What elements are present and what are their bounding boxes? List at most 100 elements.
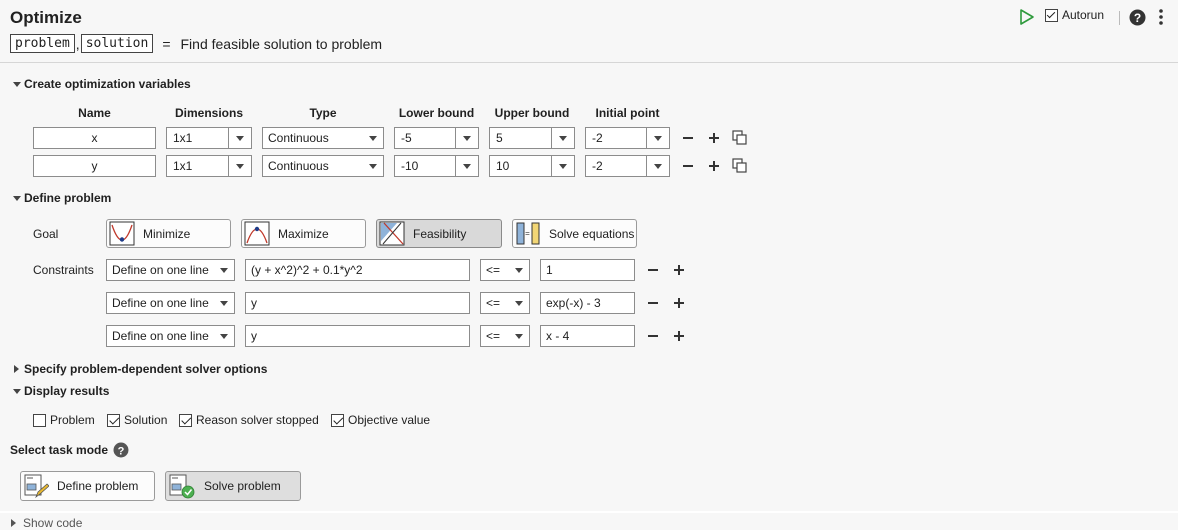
display-problem-option[interactable]: Problem: [33, 413, 95, 427]
feasibility-icon: [379, 221, 405, 246]
remove-icon[interactable]: [646, 263, 660, 277]
autorun-toggle[interactable]: Autorun: [1045, 8, 1104, 22]
chevron-down-icon: [515, 334, 523, 339]
var-lower-bound-dropdown[interactable]: -10: [394, 155, 479, 177]
constraint-lhs-input[interactable]: y: [245, 325, 470, 347]
task-define-problem-button[interactable]: Define problem: [20, 471, 155, 501]
remove-icon[interactable]: [681, 131, 695, 145]
duplicate-icon[interactable]: [732, 158, 748, 174]
collapse-icon: [13, 388, 21, 394]
display-solution-option[interactable]: Solution: [107, 413, 167, 427]
var-name-input[interactable]: x: [33, 127, 156, 149]
chevron-down-icon: [646, 128, 669, 148]
svg-text:=: =: [525, 229, 530, 238]
chevron-down-icon: [228, 128, 251, 148]
autorun-label: Autorun: [1062, 8, 1105, 22]
var-name-input[interactable]: y: [33, 155, 156, 177]
chevron-down-icon: [455, 128, 478, 148]
chevron-down-icon: [220, 334, 228, 339]
goal-label: Goal: [33, 227, 59, 241]
header-divider: [0, 62, 1178, 63]
minimize-icon: [109, 221, 135, 246]
reason-checkbox[interactable]: [179, 413, 192, 427]
display-reason-label: Reason solver stopped: [196, 413, 319, 427]
duplicate-icon[interactable]: [732, 130, 748, 146]
toolbar-divider: [1119, 11, 1120, 25]
section-solver-options-label: Specify problem-dependent solver options: [24, 362, 268, 376]
constraint-mode-dropdown[interactable]: Define on one line: [106, 325, 235, 347]
section-define-problem[interactable]: Define problem: [13, 191, 111, 205]
constraint-lhs-input[interactable]: y: [245, 292, 470, 314]
chevron-down-icon: [220, 268, 228, 273]
var-dimensions-dropdown[interactable]: 1x1: [166, 127, 252, 149]
help-icon[interactable]: ?: [1129, 9, 1146, 26]
constraint-rhs-input[interactable]: exp(-x) - 3: [540, 292, 635, 314]
col-header-lower-bound: Lower bound: [398, 106, 475, 120]
add-icon[interactable]: [672, 329, 686, 343]
col-header-name: Name: [78, 106, 111, 120]
task-solve-problem-button[interactable]: Solve problem: [165, 471, 301, 501]
constraint-operator-dropdown[interactable]: <=: [480, 259, 530, 281]
var-upper-bound-dropdown[interactable]: 5: [489, 127, 575, 149]
remove-icon[interactable]: [646, 329, 660, 343]
svg-text:?: ?: [118, 446, 125, 458]
goal-maximize-button[interactable]: Maximize: [241, 219, 366, 248]
add-icon[interactable]: [672, 296, 686, 310]
maximize-icon: [244, 221, 270, 246]
add-icon[interactable]: [672, 263, 686, 277]
var-upper-bound-dropdown[interactable]: 10: [489, 155, 575, 177]
display-objective-option[interactable]: Objective value: [331, 413, 430, 427]
col-header-dimensions: Dimensions: [174, 106, 243, 120]
var-type-dropdown[interactable]: Continuous: [262, 155, 384, 177]
problem-checkbox[interactable]: [33, 413, 46, 427]
display-solution-label: Solution: [124, 413, 168, 427]
constraint-mode-dropdown[interactable]: Define on one line: [106, 292, 235, 314]
run-icon[interactable]: [1019, 8, 1035, 26]
solution-checkbox[interactable]: [107, 413, 120, 427]
constraint-rhs-input[interactable]: 1: [540, 259, 635, 281]
section-create-variables-label: Create optimization variables: [24, 77, 191, 91]
task-mode-heading: Select task mode: [10, 443, 108, 457]
col-header-type: Type: [309, 106, 337, 120]
show-code-label: Show code: [23, 516, 83, 530]
remove-icon[interactable]: [681, 159, 695, 173]
solve-problem-icon: [169, 474, 195, 499]
section-solver-options[interactable]: Specify problem-dependent solver options: [14, 362, 267, 376]
svg-text:?: ?: [1134, 11, 1141, 25]
col-header-initial-point: Initial point: [595, 106, 660, 120]
chevron-down-icon: [515, 268, 523, 273]
goal-solve-equations-button[interactable]: = Solve equations: [512, 219, 637, 248]
chevron-down-icon: [515, 301, 523, 306]
var-type-dropdown[interactable]: Continuous: [262, 127, 384, 149]
output-problem[interactable]: problem: [10, 34, 75, 53]
section-display-results[interactable]: Display results: [13, 384, 109, 398]
chevron-down-icon: [369, 136, 377, 141]
objective-checkbox[interactable]: [331, 413, 344, 427]
help-icon[interactable]: ?: [113, 442, 129, 458]
add-icon[interactable]: [707, 131, 721, 145]
constraints-label: Constraints: [33, 263, 94, 277]
autorun-checkbox[interactable]: [1045, 8, 1058, 22]
define-problem-icon: [24, 474, 49, 499]
section-create-variables[interactable]: Create optimization variables: [13, 77, 191, 91]
output-solution[interactable]: solution: [80, 34, 154, 53]
expand-icon: [14, 365, 19, 373]
goal-minimize-button[interactable]: Minimize: [106, 219, 231, 248]
show-code-toggle[interactable]: Show code: [11, 516, 82, 530]
var-dimensions-dropdown[interactable]: 1x1: [166, 155, 252, 177]
constraint-lhs-input[interactable]: (y + x^2)^2 + 0.1*y^2: [245, 259, 470, 281]
more-options-icon[interactable]: [1158, 8, 1164, 26]
var-initial-point-dropdown[interactable]: -2: [585, 127, 670, 149]
remove-icon[interactable]: [646, 296, 660, 310]
display-objective-label: Objective value: [348, 413, 431, 427]
add-icon[interactable]: [707, 159, 721, 173]
var-initial-point-dropdown[interactable]: -2: [585, 155, 670, 177]
constraint-mode-dropdown[interactable]: Define on one line: [106, 259, 235, 281]
var-lower-bound-dropdown[interactable]: -5: [394, 127, 479, 149]
chevron-down-icon: [455, 156, 478, 176]
constraint-rhs-input[interactable]: x - 4: [540, 325, 635, 347]
constraint-operator-dropdown[interactable]: <=: [480, 292, 530, 314]
constraint-operator-dropdown[interactable]: <=: [480, 325, 530, 347]
goal-feasibility-button[interactable]: Feasibility: [376, 219, 502, 248]
display-reason-option[interactable]: Reason solver stopped: [179, 413, 319, 427]
